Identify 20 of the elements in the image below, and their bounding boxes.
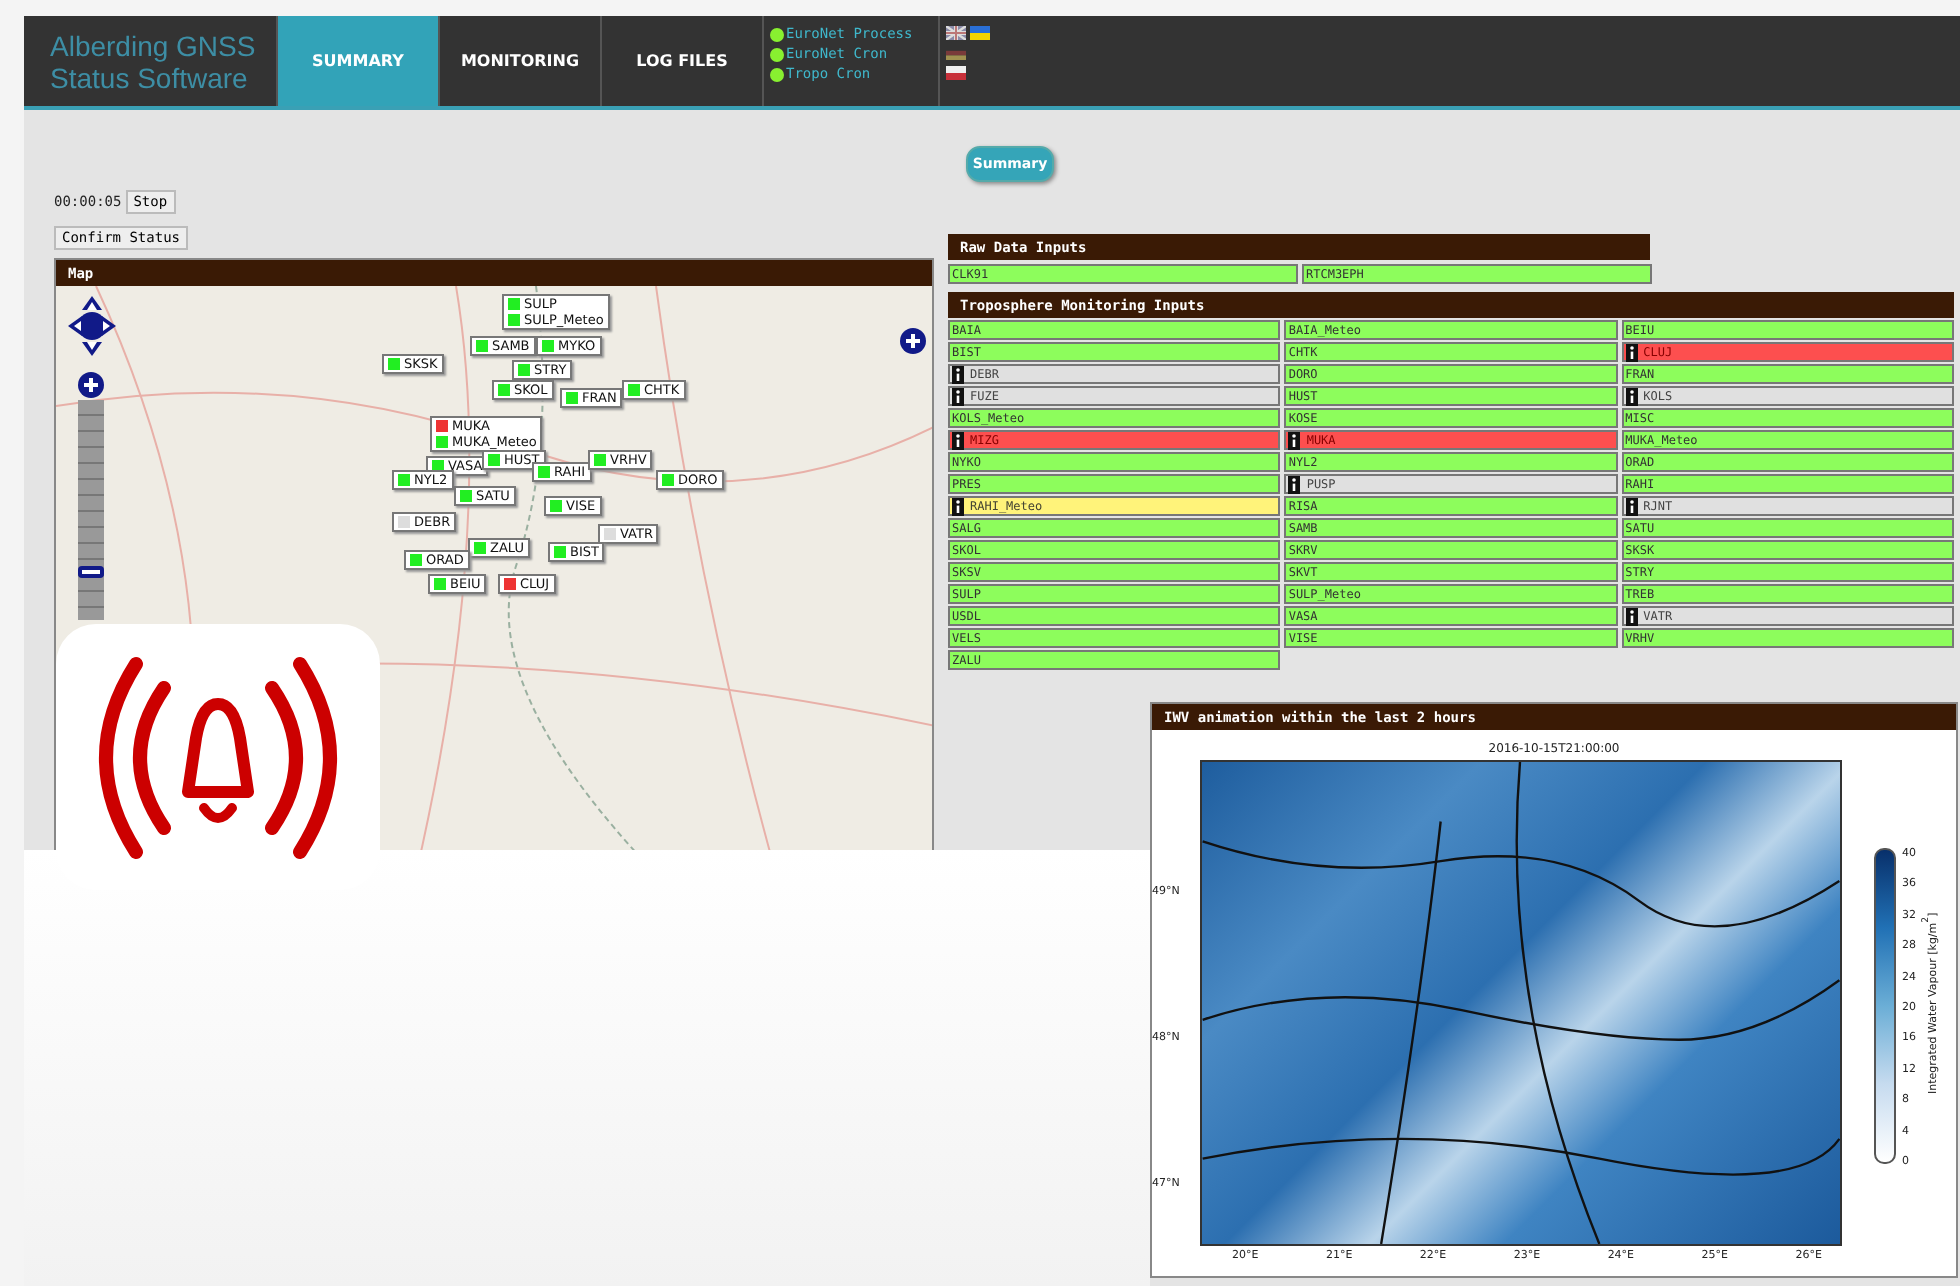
info-icon bbox=[952, 365, 964, 383]
pan-control-icon[interactable] bbox=[68, 296, 116, 356]
info-icon bbox=[1625, 497, 1638, 515]
info-icon bbox=[952, 431, 964, 449]
info-icon bbox=[952, 497, 964, 515]
flag-icon[interactable] bbox=[946, 66, 966, 80]
zoom-slider[interactable] bbox=[78, 400, 104, 620]
info-icon bbox=[952, 387, 964, 405]
info-icon bbox=[1625, 343, 1638, 361]
info-icon bbox=[1625, 387, 1638, 405]
app-logo: Alberding GNSS Status Software bbox=[48, 28, 258, 98]
info-icon bbox=[1288, 431, 1301, 449]
plus-icon[interactable] bbox=[900, 328, 926, 354]
flag-icon[interactable] bbox=[970, 26, 990, 40]
slider-thumb[interactable] bbox=[78, 566, 104, 579]
info-icon bbox=[1625, 607, 1638, 625]
flag-icon[interactable] bbox=[946, 46, 966, 60]
flag-icon[interactable] bbox=[946, 26, 966, 40]
info-icon bbox=[1288, 475, 1301, 493]
zoom-in-icon[interactable] bbox=[78, 372, 104, 398]
